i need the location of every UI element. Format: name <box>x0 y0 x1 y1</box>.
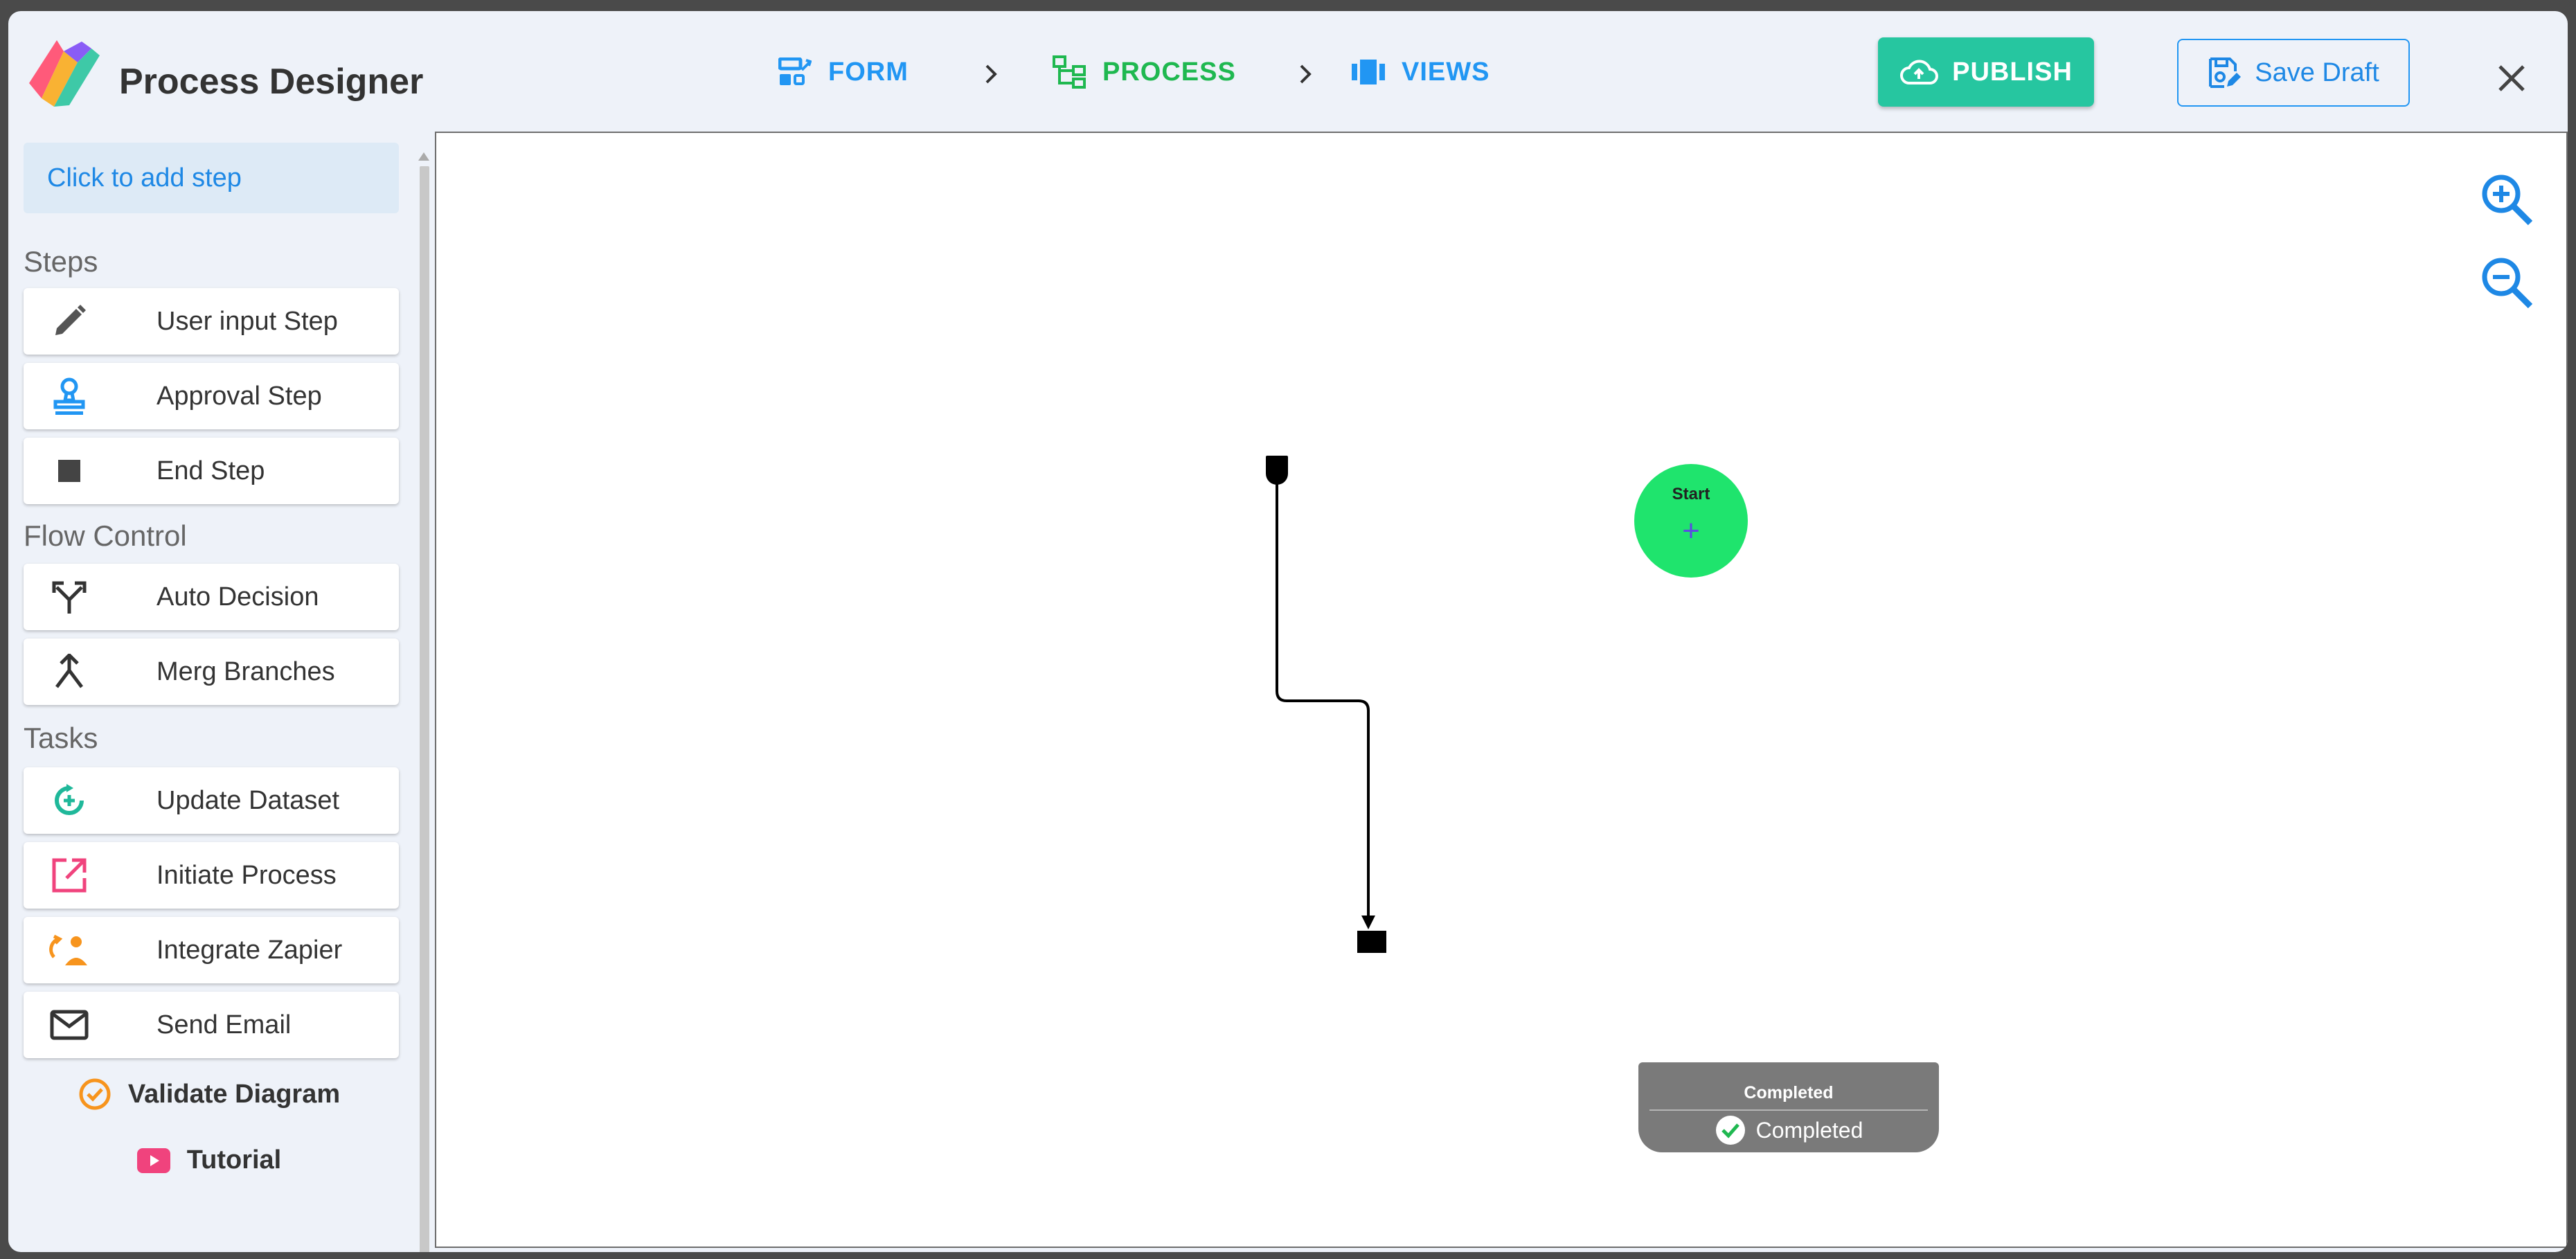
zoom-out-icon[interactable] <box>2479 255 2534 310</box>
view-carousel-icon <box>1352 60 1385 84</box>
tool-end-step[interactable]: End Step <box>24 438 399 504</box>
tutorial-label: Tutorial <box>186 1145 282 1175</box>
merge-icon <box>55 654 83 688</box>
validate-diagram-button[interactable]: Validate Diagram <box>8 1078 410 1111</box>
tool-send-email[interactable]: Send Email <box>24 992 399 1058</box>
tool-integrate-zapier[interactable]: Integrate Zapier <box>24 917 399 983</box>
tool-update-dataset[interactable]: Update Dataset <box>24 767 399 834</box>
nav-views-label: VIEWS <box>1402 57 1490 87</box>
diagram-canvas[interactable]: Start + Completed Completed <box>435 132 2568 1248</box>
start-node-title: Start <box>1672 485 1710 503</box>
scrollbar-thumb[interactable] <box>420 166 429 1252</box>
chevron-right-icon <box>1300 64 1312 84</box>
completed-node[interactable]: Completed Completed <box>1638 1062 1939 1152</box>
stop-square-icon <box>58 460 80 482</box>
save-draft-button[interactable]: Save Draft <box>2177 39 2410 107</box>
nav-process[interactable]: PROCESS <box>1053 51 1236 93</box>
process-designer-window: Process Designer FORM PROCESS VIEWS PUBL… <box>8 11 2568 1252</box>
app-title: Process Designer <box>119 62 424 102</box>
completed-status-label: Completed <box>1755 1117 1863 1143</box>
nav-process-label: PROCESS <box>1102 57 1236 87</box>
nav-form[interactable]: FORM <box>778 51 909 93</box>
zoom-in-icon[interactable] <box>2479 172 2534 227</box>
cloud-upload-icon <box>1900 60 1939 84</box>
save-edit-icon <box>2209 57 2242 88</box>
start-output-port <box>1266 456 1288 474</box>
youtube-play-icon <box>136 1148 170 1173</box>
tool-label: Merg Branches <box>156 657 335 686</box>
dataset-refresh-icon <box>55 784 84 815</box>
tool-initiate-process[interactable]: Initiate Process <box>24 842 399 909</box>
tool-approval-step[interactable]: Approval Step <box>24 363 399 429</box>
node-divider <box>1649 1109 1928 1111</box>
tool-merge-branches[interactable]: Merg Branches <box>24 639 399 705</box>
start-output-port-tip <box>1266 465 1288 485</box>
close-icon[interactable] <box>2494 61 2529 96</box>
tool-label: Initiate Process <box>156 860 337 890</box>
add-step-hint[interactable]: Click to add step <box>24 143 399 213</box>
stamp-icon <box>53 377 85 415</box>
connector-layer <box>1266 456 1386 953</box>
process-flow-icon <box>1053 55 1086 89</box>
tool-label: Update Dataset <box>156 785 340 815</box>
tool-label: User input Step <box>156 306 338 336</box>
zapier-icon <box>49 934 87 965</box>
tool-label: Integrate Zapier <box>156 935 343 965</box>
save-draft-label: Save Draft <box>2255 57 2379 87</box>
tool-label: End Step <box>156 456 265 485</box>
validate-diagram-label: Validate Diagram <box>127 1079 341 1109</box>
arrowhead <box>1361 916 1375 929</box>
tool-label: Approval Step <box>156 381 322 411</box>
tool-label: Send Email <box>156 1010 292 1039</box>
chevron-right-icon <box>985 64 997 84</box>
nav-views[interactable]: VIEWS <box>1352 51 1490 93</box>
section-steps-label: Steps <box>24 245 98 278</box>
nav-form-label: FORM <box>828 57 909 87</box>
tool-label: Auto Decision <box>156 582 319 611</box>
mail-icon <box>50 1010 89 1040</box>
sidebar-scrollbar[interactable] <box>417 152 429 1252</box>
check-circle-icon <box>79 1078 111 1110</box>
scroll-up-arrow[interactable] <box>418 152 429 161</box>
tutorial-button[interactable]: Tutorial <box>8 1145 410 1175</box>
start-node[interactable]: Start + <box>1634 464 1748 578</box>
pencil-icon <box>55 305 86 335</box>
check-circle-icon <box>1715 1116 1745 1145</box>
tool-user-input-step[interactable]: User input Step <box>24 288 399 355</box>
end-input-port <box>1357 931 1386 953</box>
tool-auto-decision[interactable]: Auto Decision <box>24 564 399 630</box>
section-flow-control-label: Flow Control <box>24 519 187 552</box>
split-arrows-icon <box>52 581 87 614</box>
flow-connector <box>1276 483 1370 922</box>
form-icon <box>778 57 812 85</box>
publish-button[interactable]: PUBLISH <box>1878 37 2094 107</box>
completed-status: Completed <box>1638 1114 1939 1147</box>
header: Process Designer FORM PROCESS VIEWS PUBL… <box>8 11 2568 132</box>
section-tasks-label: Tasks <box>24 722 98 754</box>
open-in-new-icon <box>52 858 87 893</box>
app-logo <box>29 40 100 107</box>
publish-label: PUBLISH <box>1952 57 2073 87</box>
step-palette-sidebar: Click to add step Steps User input Step … <box>8 132 429 1252</box>
completed-node-title: Completed <box>1744 1083 1834 1102</box>
add-step-plus[interactable]: + <box>1634 514 1748 548</box>
